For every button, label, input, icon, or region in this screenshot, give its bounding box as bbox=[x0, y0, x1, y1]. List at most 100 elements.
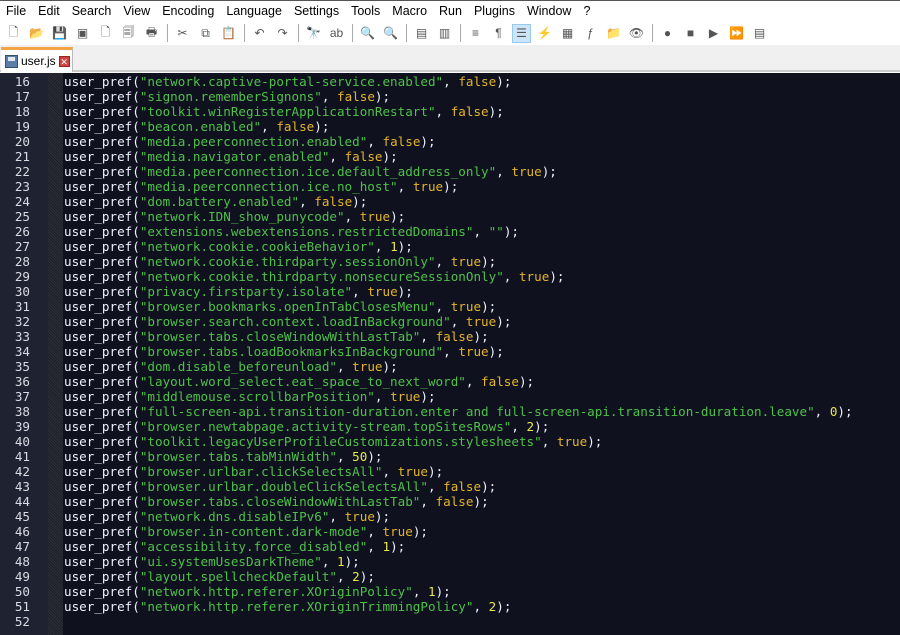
close-paren: ); bbox=[496, 599, 512, 614]
cut-icon[interactable]: ✂ bbox=[173, 24, 192, 43]
pref-value: false bbox=[337, 89, 375, 104]
code-line: 43 user_pref("browser.urlbar.doubleClickS… bbox=[0, 479, 900, 494]
function-list-icon[interactable]: ƒ bbox=[581, 24, 600, 43]
find-icon[interactable]: 🔭 bbox=[304, 24, 323, 43]
code-line: 37 user_pref("middlemouse.scrollbarPositi… bbox=[0, 389, 900, 404]
menu-settings[interactable]: Settings bbox=[288, 1, 345, 21]
code-text: user_pref("network.cookie.cookieBehavior… bbox=[64, 239, 413, 254]
run-macro-multiple-icon[interactable]: ⏩ bbox=[727, 24, 746, 43]
code-line: 22 user_pref("media.peerconnection.ice.de… bbox=[0, 164, 900, 179]
menu-edit[interactable]: Edit bbox=[32, 1, 66, 21]
paren: ( bbox=[132, 194, 140, 209]
pref-key: "ui.systemUsesDarkTheme" bbox=[139, 554, 322, 569]
word-wrap-icon[interactable]: ≡ bbox=[466, 24, 485, 43]
new-file-icon[interactable]: 🗋 bbox=[4, 24, 23, 43]
close-paren: ); bbox=[420, 389, 436, 404]
pref-key: "network.cookie.cookieBehavior" bbox=[139, 239, 375, 254]
separator: , bbox=[435, 299, 451, 314]
separator: , bbox=[465, 374, 482, 389]
paren: ( bbox=[132, 509, 140, 524]
code-line: 30 user_pref("privacy.firstparty.isolate"… bbox=[0, 284, 900, 299]
separator: , bbox=[336, 569, 353, 584]
code-line: 38 user_pref("full-screen-api.transition-… bbox=[0, 404, 900, 419]
doc-map-icon[interactable]: ▦ bbox=[558, 24, 577, 43]
menu-encoding[interactable]: Encoding bbox=[156, 1, 220, 21]
record-macro-icon[interactable]: ● bbox=[658, 24, 677, 43]
pref-key: "media.peerconnection.ice.no_host" bbox=[139, 179, 398, 194]
copy-icon[interactable]: ⧉ bbox=[196, 24, 215, 43]
line-number: 49 bbox=[14, 569, 30, 584]
close-paren: ); bbox=[428, 464, 444, 479]
pref-value: false bbox=[344, 149, 383, 164]
paren: ( bbox=[132, 554, 140, 569]
udl-icon[interactable]: ⚡ bbox=[535, 24, 554, 43]
close-paren: ); bbox=[587, 434, 603, 449]
indent-guide-icon[interactable]: ☰ bbox=[512, 23, 531, 43]
pref-key: "browser.urlbar.clickSelectsAll" bbox=[139, 464, 383, 479]
menu-help[interactable]: ? bbox=[577, 1, 596, 21]
tab-user-js[interactable]: user.js ✕ bbox=[1, 47, 73, 72]
separator: , bbox=[261, 119, 277, 134]
close-paren: ); bbox=[488, 104, 504, 119]
code-text: user_pref("browser.urlbar.doubleClickSel… bbox=[64, 479, 496, 494]
replace-icon[interactable]: ab bbox=[327, 24, 346, 43]
menu-plugins[interactable]: Plugins bbox=[468, 1, 521, 21]
code-line: 47 user_pref("accessibility.force_disable… bbox=[0, 539, 900, 554]
open-file-icon[interactable]: 📂 bbox=[27, 24, 46, 43]
code-editor[interactable]: 16 user_pref("network.captive-portal-serv… bbox=[0, 73, 900, 635]
save-icon[interactable]: 💾 bbox=[50, 24, 69, 43]
close-tab-icon[interactable]: ✕ bbox=[58, 55, 70, 67]
pref-value: 1 bbox=[390, 239, 398, 254]
save-macro-icon[interactable]: ▤ bbox=[750, 24, 769, 43]
paren: ( bbox=[132, 179, 140, 194]
function-name: user_pref bbox=[64, 224, 133, 239]
zoom-in-icon[interactable]: 🔍 bbox=[358, 24, 377, 43]
paren: ( bbox=[132, 344, 140, 359]
paren: ( bbox=[132, 449, 140, 464]
function-name: user_pref bbox=[64, 134, 133, 149]
show-all-chars-icon[interactable]: ¶ bbox=[489, 24, 508, 43]
code-line: 34 user_pref("browser.tabs.loadBookmarksI… bbox=[0, 344, 900, 359]
menu-file[interactable]: File bbox=[0, 1, 32, 21]
redo-icon[interactable]: ↷ bbox=[273, 24, 292, 43]
separator: , bbox=[367, 524, 383, 539]
line-number: 46 bbox=[14, 524, 30, 539]
code-line: 51 user_pref("network.http.referer.XOrigi… bbox=[0, 599, 900, 614]
separator: , bbox=[412, 584, 428, 599]
sync-horizontal-icon[interactable]: ▥ bbox=[435, 24, 454, 43]
save-all-icon[interactable]: ▣ bbox=[73, 24, 92, 43]
play-macro-icon[interactable]: ▶ bbox=[704, 24, 723, 43]
function-name: user_pref bbox=[64, 179, 133, 194]
paren: ( bbox=[132, 404, 140, 419]
line-number: 48 bbox=[14, 554, 30, 569]
menu-window[interactable]: Window bbox=[521, 1, 577, 21]
pref-key: "browser.urlbar.doubleClickSelectsAll" bbox=[139, 479, 428, 494]
menu-search[interactable]: Search bbox=[66, 1, 118, 21]
function-name: user_pref bbox=[64, 239, 133, 254]
stop-macro-icon[interactable]: ■ bbox=[681, 24, 700, 43]
code-text: user_pref("dom.battery.enabled", false); bbox=[64, 194, 367, 209]
menu-macro[interactable]: Macro bbox=[386, 1, 433, 21]
undo-icon[interactable]: ↶ bbox=[250, 24, 269, 43]
monitoring-icon[interactable]: 👁 bbox=[627, 24, 646, 43]
paste-icon[interactable]: 📋 bbox=[219, 24, 238, 43]
zoom-out-icon[interactable]: 🔍 bbox=[381, 24, 400, 43]
folder-workspace-icon[interactable]: 📁 bbox=[604, 24, 623, 43]
function-name: user_pref bbox=[64, 254, 133, 269]
sync-vertical-icon[interactable]: ▤ bbox=[412, 24, 431, 43]
pref-value: false bbox=[443, 479, 482, 494]
menu-view[interactable]: View bbox=[117, 1, 156, 21]
print-icon[interactable]: 🖶 bbox=[142, 24, 161, 43]
menu-run[interactable]: Run bbox=[433, 1, 468, 21]
code-line: 26 user_pref("extensions.webextensions.re… bbox=[0, 224, 900, 239]
close-all-icon[interactable]: 🗐 bbox=[119, 24, 138, 43]
pref-key: "network.captive-portal-service.enabled" bbox=[139, 74, 444, 89]
pref-value: true bbox=[382, 524, 413, 539]
menu-tools[interactable]: Tools bbox=[345, 1, 386, 21]
function-name: user_pref bbox=[64, 509, 133, 524]
line-number: 37 bbox=[14, 389, 30, 404]
close-file-icon[interactable]: 🗋 bbox=[96, 24, 115, 43]
code-text: user_pref("media.peerconnection.ice.no_h… bbox=[64, 179, 458, 194]
function-name: user_pref bbox=[64, 119, 133, 134]
menu-language[interactable]: Language bbox=[220, 1, 288, 21]
